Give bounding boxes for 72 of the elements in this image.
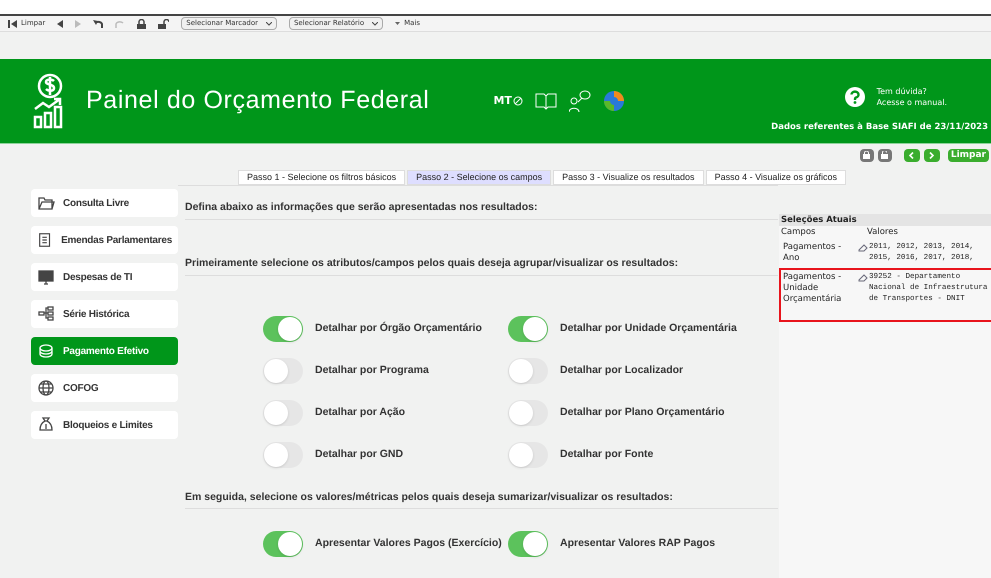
toggle-label: Detalhar por Órgão Orçamentário [315, 320, 482, 336]
chevron-right-icon [929, 152, 934, 158]
sidebar-item[interactable]: Emendas Parlamentares [31, 226, 178, 254]
lock-icon [863, 151, 870, 159]
help-text: Tem dúvida? [876, 86, 928, 97]
person-chat-icon[interactable] [568, 89, 591, 113]
toggle-switch[interactable] [263, 531, 303, 558]
toggle-switch[interactable] [508, 358, 548, 384]
toggle-switch[interactable] [508, 531, 548, 558]
caret-icon [395, 22, 400, 25]
intro-text: Defina abaixo as informações que serão apresentadas nos resultados: [185, 200, 778, 220]
monitor-icon [37, 268, 55, 286]
lock-icon[interactable] [137, 18, 146, 28]
help-icon[interactable] [844, 87, 865, 107]
unlock-icon[interactable] [158, 18, 170, 28]
sidebar-item[interactable]: COFOG [31, 374, 178, 402]
skip-back-icon [8, 20, 17, 28]
panel-title: Seleções Atuais [779, 214, 991, 226]
toggle-label: Detalhar por Programa [315, 362, 429, 378]
unlock-icon [881, 151, 888, 159]
coins-icon [37, 342, 55, 360]
caret-icon [266, 22, 272, 26]
sidebar-item[interactable]: Consulta Livre [31, 189, 178, 217]
forward-icon[interactable] [75, 20, 82, 28]
toggle-label: Detalhar por Ação [315, 404, 406, 420]
chevron-left-icon [909, 152, 914, 158]
toggle-label: Detalhar por Unidade Orçamentária [560, 320, 737, 336]
sidebar-item[interactable]: Bloqueios e Limites [31, 411, 178, 439]
undo-icon[interactable] [93, 19, 104, 28]
redo-icon[interactable] [115, 19, 126, 28]
step-tab[interactable]: Passo 4 - Visualize os gráficos [706, 170, 846, 185]
swirl-logo-icon[interactable] [602, 90, 625, 112]
toggle-switch[interactable] [263, 442, 303, 468]
next-button[interactable] [924, 148, 940, 162]
field-name: Pagamentos - Ano [783, 242, 842, 264]
sidebar-item[interactable]: Série Histórica [31, 300, 178, 328]
field-name: Pagamentos - Unidade Orçamentária [783, 272, 842, 306]
unlock-button[interactable] [878, 148, 892, 162]
section-heading: Em seguida, selecione os valores/métricas pelos quais deseja sumarizar/visualizar os resultados: [185, 490, 778, 510]
toggle-switch[interactable] [263, 358, 303, 384]
eraser-icon[interactable] [858, 244, 868, 252]
toggle-switch[interactable] [508, 400, 548, 426]
step-tab[interactable]: Passo 2 - Selecione os campos [407, 170, 552, 185]
previous-button[interactable] [904, 148, 920, 162]
toggle-switch[interactable] [263, 316, 303, 342]
lock-button[interactable] [860, 148, 874, 162]
toggle-label: Detalhar por Plano Orçamentário [560, 404, 725, 420]
step-tab[interactable]: Passo 1 - Selecione os filtros básicos [238, 170, 406, 185]
caret-icon [372, 22, 378, 26]
section-heading: Primeiramente selecione os atributos/campos pelos quais deseja agrupar/visualizar os resultados: [185, 256, 778, 276]
toggle-switch[interactable] [508, 442, 548, 468]
toggle-switch[interactable] [263, 400, 303, 426]
sidebar-item[interactable]: Despesas de TI [31, 263, 178, 291]
mt-logo: MT [493, 92, 512, 109]
book-icon[interactable] [534, 92, 557, 110]
manual-link[interactable]: Acesse o manual. [876, 97, 947, 108]
toggle-label: Detalhar por Localizador [560, 362, 684, 378]
eraser-icon[interactable] [858, 274, 868, 282]
toggle-switch[interactable] [508, 316, 548, 342]
column-header: Valores [867, 226, 898, 238]
hierarchy-icon [37, 305, 55, 323]
toggle-label: Apresentar Valores Pagos (Exercício) [315, 536, 502, 552]
toggle-label: Detalhar por Fonte [560, 446, 654, 462]
step-tab[interactable]: Passo 3 - Visualize os resultados [553, 170, 704, 185]
toggle-label: Detalhar por GND [315, 446, 404, 462]
globe-icon [37, 379, 55, 397]
column-header: Campos [781, 226, 816, 238]
base-info: Dados referentes à Base SIAFI de 23/11/2023 [771, 121, 988, 134]
toggle-label: Apresentar Valores RAP Pagos [560, 536, 716, 552]
sidebar-item[interactable]: Pagamento Efetivo [31, 337, 178, 365]
back-icon[interactable] [57, 20, 64, 28]
app-title: Painel do Orçamento Federal [86, 85, 430, 116]
